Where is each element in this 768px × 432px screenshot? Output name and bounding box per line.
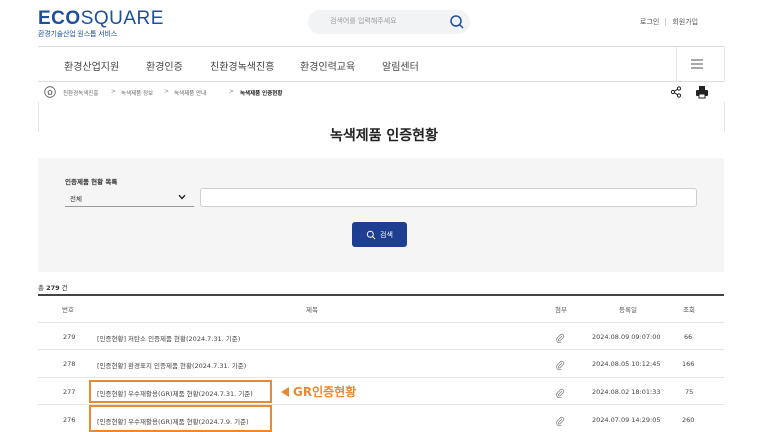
hamburger-menu-icon[interactable] <box>690 58 704 70</box>
row-divider <box>38 322 724 323</box>
row-number: 278 <box>63 360 76 368</box>
search-panel-label: 인증제품 현황 목록 <box>65 178 118 186</box>
nav-item-notice-center[interactable]: 알림센터 <box>382 58 419 73</box>
row-number: 277 <box>63 388 76 396</box>
share-icon[interactable] <box>670 86 682 98</box>
row-date: 2024.07.09 14:29:05 <box>592 416 661 424</box>
breadcrumb-item[interactable]: 녹색제품 안내 <box>174 89 206 97</box>
category-select-value: 전체 <box>70 195 82 203</box>
global-search-placeholder: 검색어를 입력해주세요 <box>330 17 397 25</box>
nav-border-top <box>38 46 724 47</box>
logo[interactable]: ECOSQUARE <box>38 8 164 30</box>
nav-item-industry-support[interactable]: 환경산업지원 <box>64 58 119 73</box>
column-header-date: 등록일 <box>619 306 637 314</box>
page-title: 녹색제품 인증현황 <box>330 128 438 144</box>
table-top-border <box>38 294 724 296</box>
top-links: 로그인 회원가입 <box>640 17 698 27</box>
search-panel <box>38 158 724 272</box>
breadcrumb-item[interactable]: 친환경녹색진흥 <box>63 89 98 97</box>
paperclip-icon[interactable] <box>555 388 565 398</box>
category-select[interactable] <box>65 188 194 207</box>
row-number: 279 <box>63 333 76 341</box>
breadcrumb-separator: > <box>164 88 170 95</box>
nav-divider <box>676 47 677 81</box>
total-suffix: 건 <box>61 284 68 292</box>
nav-item-certification[interactable]: 환경인증 <box>146 58 183 73</box>
paperclip-icon[interactable] <box>555 416 565 426</box>
annotation-label: GR인증현황 <box>293 385 357 399</box>
search-button[interactable]: 검색 <box>352 222 407 247</box>
nav-item-green-promotion[interactable]: 친환경녹색진흥 <box>210 58 274 73</box>
print-icon[interactable] <box>695 85 709 99</box>
row-views: 75 <box>685 388 694 396</box>
row-divider <box>38 377 724 378</box>
row-date: 2024.08.09 09:07:00 <box>592 333 661 341</box>
paperclip-icon[interactable] <box>555 333 565 343</box>
search-icon[interactable] <box>448 13 466 31</box>
row-views: 66 <box>684 333 693 341</box>
breadcrumb-current: 녹색제품 인증현황 <box>240 91 283 97</box>
column-header-title: 제목 <box>306 306 318 314</box>
signup-link[interactable]: 회원가입 <box>672 17 698 27</box>
logo-subtitle: 환경기술산업 원스톱 서비스 <box>38 30 117 38</box>
row-title-link[interactable]: [인증현황] 환경표지 인증제품 현황(2024.7.31. 기준) <box>97 360 246 370</box>
chevron-down-icon[interactable] <box>178 194 186 200</box>
gr-annotation: GR인증현황 <box>281 383 356 400</box>
left-arrow-icon <box>281 386 289 397</box>
row-date: 2024.08.02 18:01:33 <box>592 388 661 396</box>
search-icon <box>366 230 376 239</box>
nav-divider <box>724 47 725 81</box>
link-divider <box>665 18 667 26</box>
row-views: 260 <box>682 416 695 424</box>
nav-item-education[interactable]: 환경인력교육 <box>300 58 355 73</box>
highlight-box <box>89 380 272 403</box>
total-count: 총 279 건 <box>38 282 68 292</box>
column-header-no: 번호 <box>62 306 74 314</box>
nav-border-bottom <box>38 81 724 82</box>
column-header-views: 조회 <box>683 306 695 314</box>
breadcrumb-separator: > <box>229 88 235 95</box>
row-views: 166 <box>682 360 695 368</box>
paperclip-icon[interactable] <box>555 360 565 370</box>
keyword-input[interactable] <box>200 188 697 207</box>
highlight-box <box>89 405 272 432</box>
search-button-label: 검색 <box>380 230 393 239</box>
breadcrumb-separator: > <box>111 88 117 95</box>
login-link[interactable]: 로그인 <box>640 17 659 27</box>
column-header-attach: 첨부 <box>555 306 567 314</box>
row-number: 276 <box>63 416 76 424</box>
home-icon[interactable] <box>44 86 56 98</box>
total-prefix: 총 <box>38 284 44 292</box>
row-title-link[interactable]: [인증현황] 저탄소 인증제품 현황(2024.7.31. 기준) <box>97 333 240 343</box>
breadcrumb-item[interactable]: 녹색제품 정보 <box>121 89 153 97</box>
total-number: 279 <box>46 284 60 292</box>
row-date: 2024.08.05 10:12:45 <box>592 360 661 368</box>
row-divider <box>38 349 724 350</box>
